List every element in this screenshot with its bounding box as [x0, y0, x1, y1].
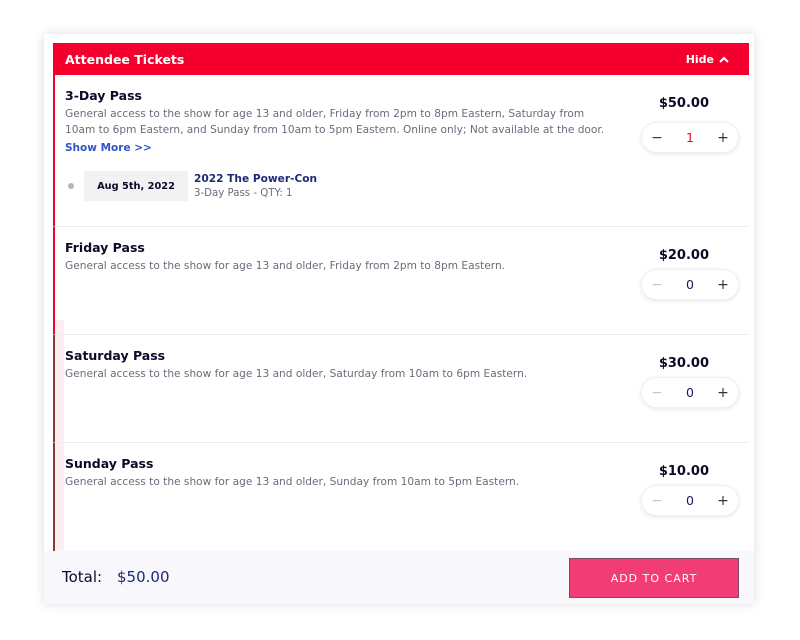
ticket-name: 3-Day Pass [65, 88, 142, 103]
ticket-row-3-day-pass: 3-Day Pass General access to the show fo… [53, 75, 749, 227]
ticket-name: Saturday Pass [65, 348, 166, 363]
increment-button[interactable]: + [708, 493, 738, 509]
ticket-price: $10.00 [658, 464, 709, 479]
ticket-price: $50.00 [658, 96, 709, 111]
ticket-description: General access to the show for age 13 an… [65, 476, 520, 488]
ticket-description: General access to the show for age 13 an… [65, 108, 605, 136]
increment-button[interactable]: + [708, 130, 738, 146]
event-detail: 3-Day Pass - QTY: 1 [194, 188, 293, 199]
ticket-name: Sunday Pass [65, 456, 154, 471]
decrement-button[interactable]: − [642, 277, 672, 293]
attendee-tickets-header: Attendee Tickets Hide [53, 43, 749, 75]
hide-label: Hide [685, 52, 714, 66]
ticket-description: General access to the show for age 13 an… [65, 260, 506, 272]
header-title: Attendee Tickets [65, 51, 185, 67]
event-date: Aug 5th, 2022 [84, 171, 188, 201]
ticket-row-saturday-pass: Saturday Pass General access to the show… [53, 335, 749, 443]
chevron-up-icon [719, 56, 729, 63]
cart-footer: Total: $50.00 ADD TO CART [44, 551, 754, 604]
quantity-value: 0 [686, 277, 694, 292]
quantity-stepper: − 1 + [641, 122, 739, 153]
quantity-stepper: − 0 + [641, 377, 739, 408]
decrement-button[interactable]: − [642, 493, 672, 509]
total-amount: $50.00 [117, 568, 170, 586]
hide-toggle[interactable]: Hide [686, 53, 729, 66]
ticket-price: $20.00 [658, 248, 709, 263]
selected-event: Aug 5th, 2022 2022 The Power-Con 3-Day P… [65, 171, 317, 201]
quantity-value: 0 [686, 385, 694, 400]
ticket-row-sunday-pass: Sunday Pass General access to the show f… [53, 443, 749, 551]
ticket-row-friday-pass: Friday Pass General access to the show f… [53, 227, 749, 335]
decrement-button[interactable]: − [642, 130, 672, 146]
event-title: 2022 The Power-Con [194, 173, 318, 185]
show-more-link[interactable]: Show More >> [65, 142, 152, 154]
ticket-description: General access to the show for age 13 an… [65, 368, 528, 380]
quantity-stepper: − 0 + [641, 485, 739, 516]
quantity-value: 0 [686, 493, 694, 508]
decrement-button[interactable]: − [642, 385, 672, 401]
ticket-price: $30.00 [658, 356, 709, 371]
quantity-stepper: − 0 + [641, 269, 739, 300]
quantity-value: 1 [686, 130, 694, 145]
increment-button[interactable]: + [708, 277, 738, 293]
ticket-name: Friday Pass [65, 240, 145, 255]
bullet-dot [68, 183, 74, 189]
total-label: Total: [62, 568, 103, 586]
event-info: 2022 The Power-Con 3-Day Pass - QTY: 1 [194, 173, 317, 199]
add-to-cart-button[interactable]: ADD TO CART [569, 558, 739, 598]
increment-button[interactable]: + [708, 385, 738, 401]
